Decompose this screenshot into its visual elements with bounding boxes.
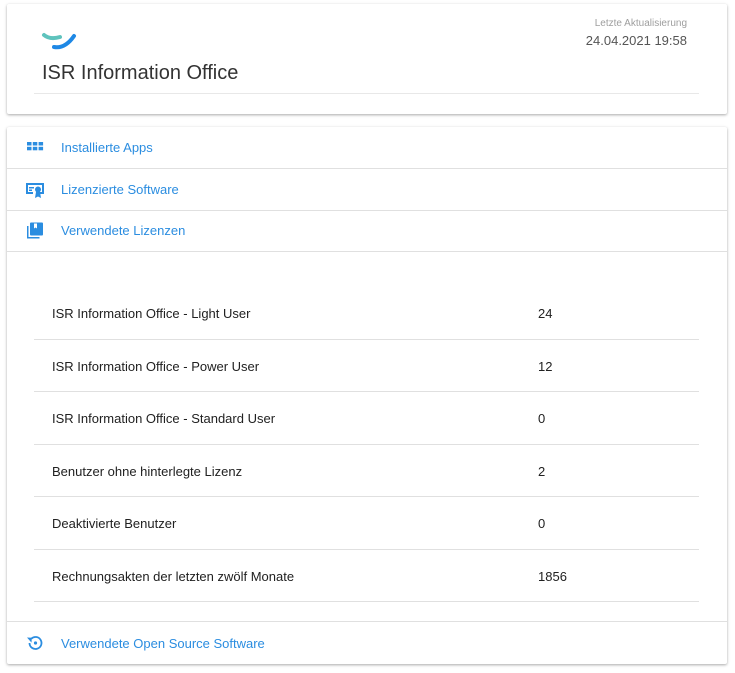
isr-logo <box>42 33 76 50</box>
license-name: ISR Information Office - Light User <box>52 306 251 321</box>
table-row: Deaktivierte Benutzer 0 <box>34 497 699 550</box>
certificate-icon <box>26 183 44 198</box>
last-update-label: Letzte Aktualisierung <box>594 18 687 29</box>
nav-used-licenses-label: Verwendete Lizenzen <box>61 223 186 238</box>
license-name: Benutzer ohne hinterlegte Lizenz <box>52 463 243 479</box>
license-value: 0 <box>538 516 546 531</box>
nav-installed-apps[interactable]: Installierte Apps <box>7 127 727 169</box>
table-row: Benutzer ohne hinterlegte Lizenz 2 <box>34 445 699 497</box>
license-value: 1856 <box>538 568 567 584</box>
nav-licensed-software-label: Lizenzierte Software <box>61 182 179 197</box>
nav-licensed-software[interactable]: Lizenzierte Software <box>7 169 727 211</box>
nav-installed-apps-label: Installierte Apps <box>61 140 153 155</box>
nav-open-source-software[interactable]: Verwendete Open Source Software <box>7 622 727 664</box>
license-value: 12 <box>538 358 553 374</box>
license-name: Rechnungsakten der letzten zwölf Monate <box>52 568 295 584</box>
license-value: 0 <box>538 411 546 426</box>
nav-used-licenses[interactable]: Verwendete Lizenzen <box>7 210 727 252</box>
license-value: 24 <box>538 306 553 321</box>
main-card: Installierte Apps Lizenzierte Software V… <box>7 127 727 664</box>
table-row: ISR Information Office - Power User 12 <box>34 340 699 392</box>
license-name: ISR Information Office - Power User <box>52 358 260 374</box>
last-update-value: 24.04.2021 19:58 <box>585 33 687 48</box>
header-divider <box>34 93 699 94</box>
license-name: Deaktivierte Benutzer <box>52 516 177 531</box>
nav-open-source-software-label: Verwendete Open Source Software <box>61 635 265 651</box>
library-books-icon <box>27 222 43 239</box>
license-value: 2 <box>538 463 546 479</box>
header-card: ISR Information Office Letzte Aktualisie… <box>7 4 727 114</box>
page-title: ISR Information Office <box>42 62 239 84</box>
table-row: Rechnungsakten der letzten zwölf Monate … <box>34 550 699 602</box>
license-table: ISR Information Office - Light User 24 I… <box>34 287 699 602</box>
grid-icon <box>27 142 44 151</box>
history-icon <box>27 636 43 650</box>
license-name: ISR Information Office - Standard User <box>52 411 276 426</box>
table-row: ISR Information Office - Light User 24 <box>34 287 699 340</box>
table-row: ISR Information Office - Standard User 0 <box>34 392 699 445</box>
